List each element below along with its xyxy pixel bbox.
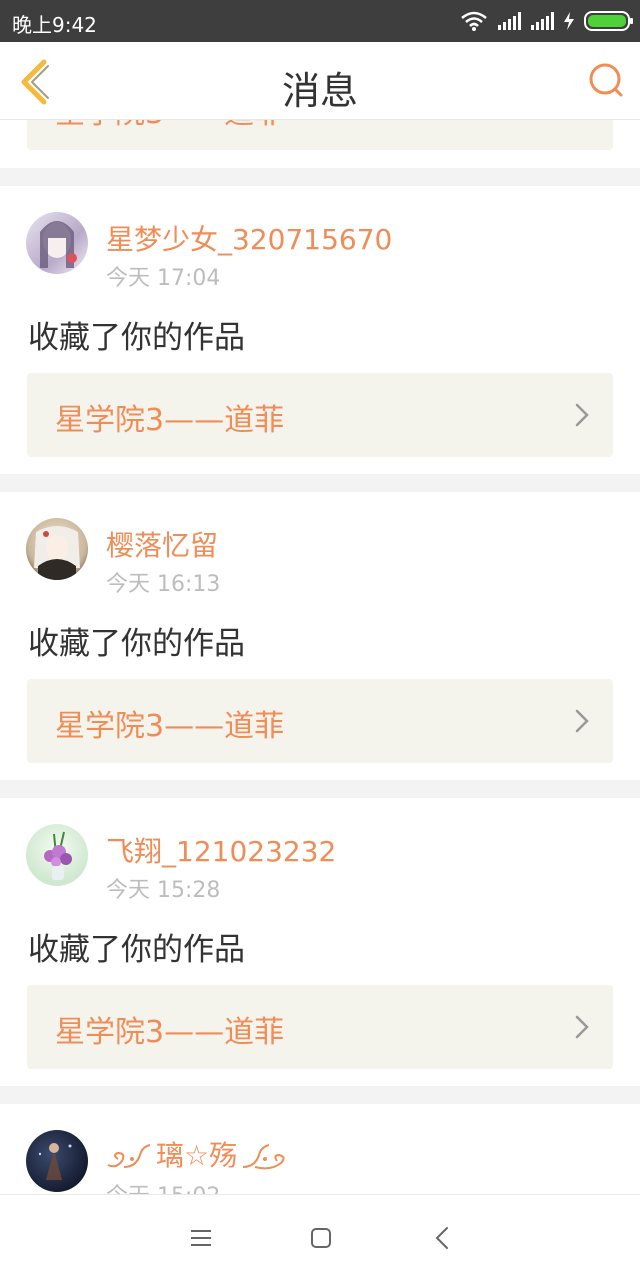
username: 璃☆殇	[156, 1139, 238, 1172]
signal-icon-2	[531, 12, 554, 30]
work-title: 星学院3——道菲	[55, 403, 285, 438]
swirl-decoration-icon	[107, 1144, 151, 1168]
message-action: 收藏了你的作品	[28, 626, 245, 662]
work-link[interactable]: 星学院3——道菲	[27, 985, 613, 1069]
work-link[interactable]: 星学院3——道菲	[27, 679, 613, 763]
username[interactable]: 樱落忆留	[106, 524, 218, 564]
message-list[interactable]: 星学院3——道菲 星梦少女_320715670 今天 17:04 收藏了你的作品…	[0, 120, 640, 1194]
work-title: 星学院3——道菲	[55, 120, 284, 132]
avatar[interactable]	[26, 518, 88, 580]
message-action: 收藏了你的作品	[28, 320, 245, 356]
message-action: 收藏了你的作品	[28, 932, 245, 968]
swirl-decoration-icon	[243, 1144, 285, 1170]
username[interactable]: 星梦少女_320715670	[106, 218, 392, 258]
username[interactable]: 飞翔_121023232	[106, 830, 336, 870]
avatar[interactable]	[26, 1130, 88, 1192]
status-time: 晚上9:42	[12, 13, 97, 37]
wifi-icon	[461, 11, 487, 31]
avatar-image	[34, 526, 80, 580]
message-time: 今天 15:02	[106, 1178, 220, 1194]
message-card-partial: 星学院3——道菲	[0, 120, 640, 168]
avatar-image	[44, 831, 72, 880]
app-header: 消息	[0, 42, 640, 120]
avatar-image	[40, 221, 77, 268]
status-icons	[460, 9, 633, 33]
work-title: 星学院3——道菲	[55, 1015, 285, 1050]
username-decorated[interactable]: 璃☆殇	[106, 1134, 287, 1174]
system-nav-bar	[0, 1194, 640, 1280]
message-card: 星梦少女_320715670 今天 17:04 收藏了你的作品 星学院3——道菲	[0, 186, 640, 474]
status-bar: 晚上9:42	[0, 0, 640, 42]
message-time: 今天 17:04	[106, 266, 221, 291]
work-link[interactable]: 星学院3——道菲	[27, 120, 613, 150]
chevron-right-icon	[575, 709, 589, 733]
menu-icon[interactable]	[186, 1223, 216, 1253]
signal-icon	[498, 12, 521, 30]
chevron-right-icon	[575, 403, 589, 427]
battery-icon	[584, 11, 633, 31]
message-card: 樱落忆留 今天 16:13 收藏了你的作品 星学院3——道菲	[0, 492, 640, 780]
message-card: 璃☆殇 今天 15:02	[0, 1104, 640, 1194]
chevron-right-icon	[575, 1015, 589, 1039]
charging-icon	[564, 12, 574, 30]
home-icon[interactable]	[306, 1223, 336, 1253]
nav-back-icon[interactable]	[428, 1223, 458, 1253]
work-link[interactable]: 星学院3——道菲	[27, 373, 613, 457]
message-card: 飞翔_121023232 今天 15:28 收藏了你的作品 星学院3——道菲	[0, 798, 640, 1086]
avatar[interactable]	[26, 824, 88, 886]
search-button[interactable]	[586, 60, 626, 100]
avatar[interactable]	[26, 212, 88, 274]
avatar-image	[38, 1143, 72, 1180]
page-title: 消息	[281, 69, 358, 113]
message-time: 今天 16:13	[106, 572, 221, 597]
message-time: 今天 15:28	[106, 878, 221, 903]
work-title: 星学院3——道菲	[55, 709, 285, 744]
